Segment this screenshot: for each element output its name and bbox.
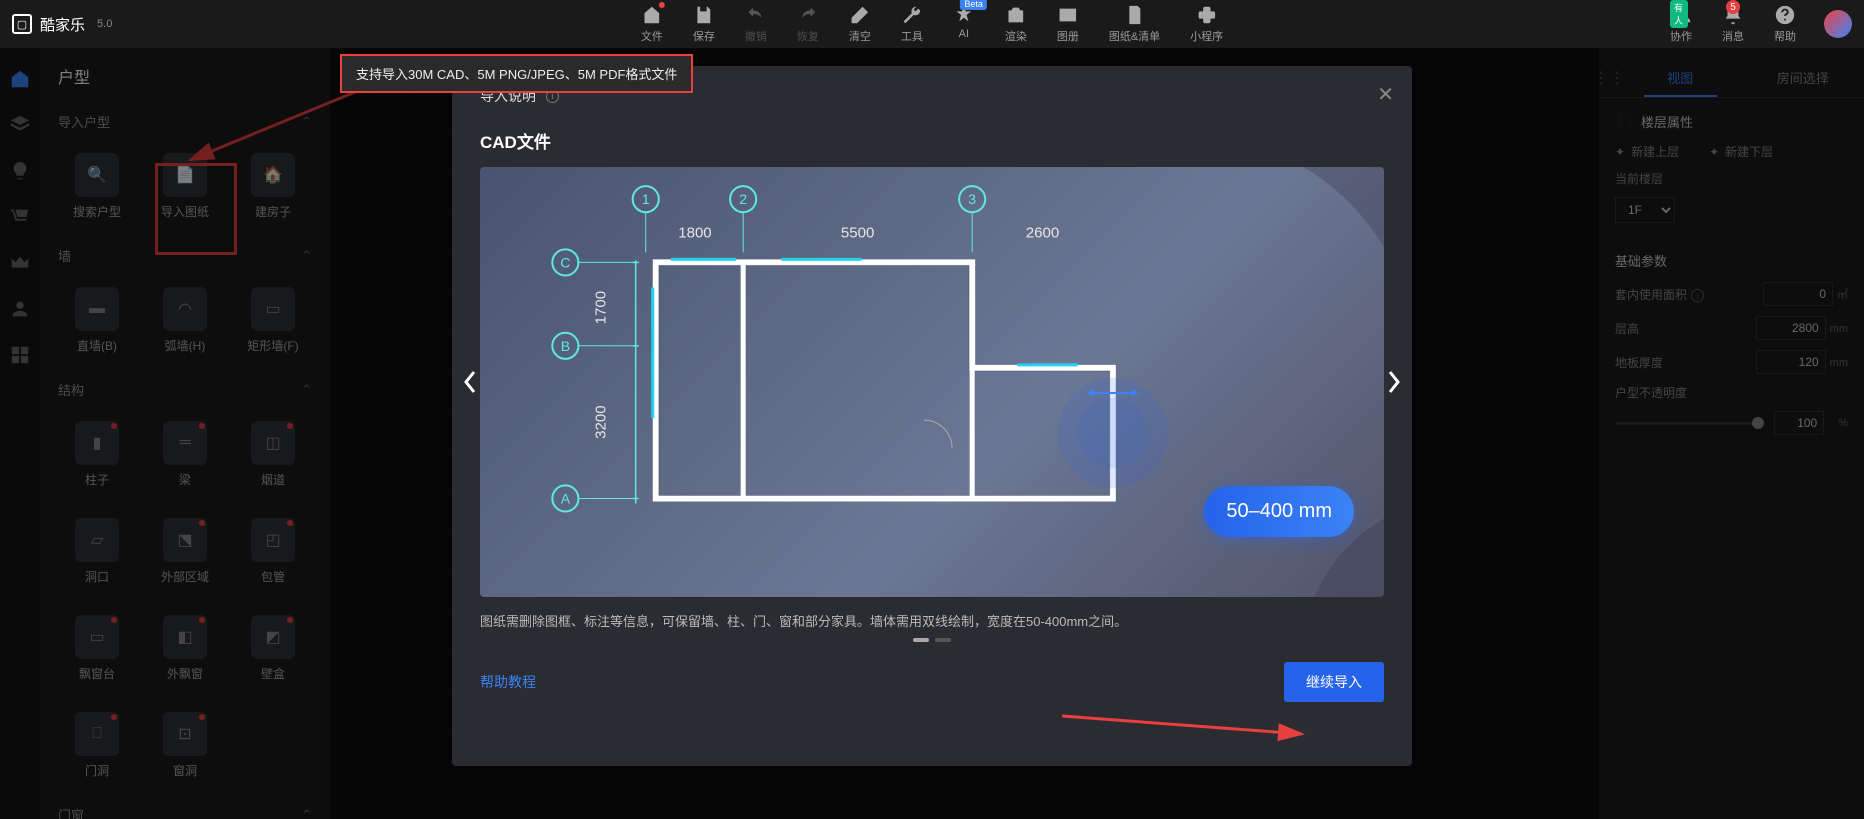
help-tutorial-link[interactable]: 帮助教程 (480, 672, 536, 692)
app-version: 5.0 (97, 18, 112, 30)
svg-text:5500: 5500 (841, 224, 874, 241)
bell-icon: 5 (1722, 4, 1744, 26)
svg-text:A: A (561, 490, 571, 506)
puzzle-icon (1196, 4, 1218, 26)
toolbar-小程序-button[interactable]: 小程序 (1176, 0, 1237, 48)
svg-text:B: B (561, 338, 570, 354)
user-avatar[interactable] (1824, 10, 1852, 38)
camera-icon (1005, 4, 1027, 26)
carousel-dots (480, 638, 1384, 642)
toolbar-center: 文件保存撤销恢复清空工具BetaAI渲染图册图纸&清单小程序 (627, 0, 1237, 48)
mm-range-badge: 50–400 mm (1204, 486, 1354, 537)
toolbar-保存-button[interactable]: 保存 (679, 0, 729, 48)
carousel-next-button[interactable] (1382, 360, 1406, 404)
dot-1[interactable] (913, 638, 929, 642)
import-modal: ✕ 导入说明 i CAD文件 1 2 3 C (452, 66, 1412, 766)
modal-desc: 图纸需删除图框、标注等信息，可保留墙、柱、门、窗和部分家具。墙体需用双线绘制，宽… (480, 611, 1384, 630)
annotation-arrow-2 (1052, 706, 1332, 746)
toolbar-文件-button[interactable]: 文件 (627, 0, 677, 48)
eraser-icon (849, 4, 871, 26)
toolbar-消息-button[interactable]: 5消息 (1708, 0, 1758, 48)
toolbar-right: 有人协作5消息帮助 (1656, 0, 1852, 48)
toolbar-工具-button[interactable]: 工具 (887, 0, 937, 48)
logo-icon: ▢ (12, 14, 32, 34)
continue-import-button[interactable]: 继续导入 (1284, 662, 1384, 702)
home-icon (641, 4, 663, 26)
svg-text:C: C (560, 254, 570, 270)
image-icon (1057, 4, 1079, 26)
top-toolbar: ▢ 酷家乐 5.0 文件保存撤销恢复清空工具BetaAI渲染图册图纸&清单小程序… (0, 0, 1864, 48)
logo-area: ▢ 酷家乐 5.0 (12, 14, 112, 35)
import-tooltip: 支持导入30M CAD、5M PNG/JPEG、5M PDF格式文件 (340, 54, 693, 93)
svg-text:3: 3 (968, 191, 976, 207)
svg-text:1800: 1800 (678, 224, 711, 241)
toolbar-帮助-button[interactable]: 帮助 (1760, 0, 1810, 48)
doc-icon (1124, 4, 1146, 26)
app-name: 酷家乐 (40, 14, 85, 35)
people-icon: 有人 (1670, 4, 1692, 26)
toolbar-恢复-button[interactable]: 恢复 (783, 0, 833, 48)
wrench-icon (901, 4, 923, 26)
undo-icon (745, 4, 767, 26)
carousel-prev-button[interactable] (458, 360, 482, 404)
toolbar-协作-button[interactable]: 有人协作 (1656, 0, 1706, 48)
svg-text:1: 1 (642, 191, 650, 207)
svg-text:1700: 1700 (593, 291, 610, 324)
toolbar-渲染-button[interactable]: 渲染 (991, 0, 1041, 48)
redo-icon (797, 4, 819, 26)
toolbar-图册-button[interactable]: 图册 (1043, 0, 1093, 48)
toolbar-清空-button[interactable]: 清空 (835, 0, 885, 48)
toolbar-图纸&清单-button[interactable]: 图纸&清单 (1095, 0, 1174, 48)
dot-2[interactable] (935, 638, 951, 642)
help-icon (1774, 4, 1796, 26)
modal-close-button[interactable]: ✕ (1377, 82, 1394, 107)
modal-overlay: ✕ 导入说明 i CAD文件 1 2 3 C (0, 48, 1864, 819)
svg-text:2: 2 (739, 191, 747, 207)
save-icon (693, 4, 715, 26)
svg-text:2600: 2600 (1026, 224, 1059, 241)
toolbar-撤销-button[interactable]: 撤销 (731, 0, 781, 48)
svg-text:3200: 3200 (593, 405, 610, 438)
toolbar-AI-button[interactable]: BetaAI (939, 0, 989, 48)
cad-preview-image: 1 2 3 C B A 1800 5500 (480, 167, 1384, 597)
ai-icon: Beta (953, 4, 975, 26)
modal-subtitle: CAD文件 (480, 128, 1384, 153)
